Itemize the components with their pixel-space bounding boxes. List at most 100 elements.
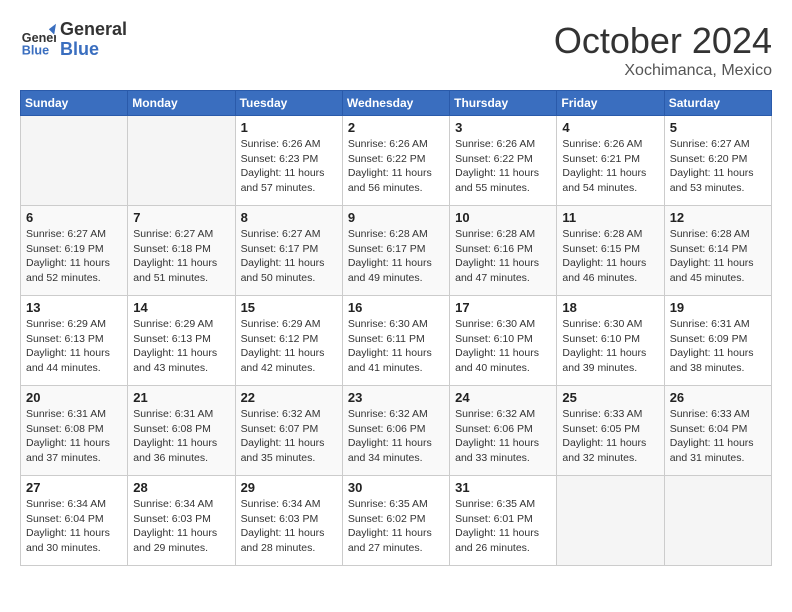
day-info: Sunrise: 6:35 AM Sunset: 6:02 PM Dayligh… — [348, 497, 444, 556]
day-number: 11 — [562, 210, 658, 225]
day-info: Sunrise: 6:32 AM Sunset: 6:06 PM Dayligh… — [455, 407, 551, 466]
day-number: 4 — [562, 120, 658, 135]
day-info: Sunrise: 6:28 AM Sunset: 6:17 PM Dayligh… — [348, 227, 444, 286]
day-number: 30 — [348, 480, 444, 495]
day-number: 26 — [670, 390, 766, 405]
day-info: Sunrise: 6:26 AM Sunset: 6:22 PM Dayligh… — [455, 137, 551, 196]
day-info: Sunrise: 6:26 AM Sunset: 6:21 PM Dayligh… — [562, 137, 658, 196]
svg-text:Blue: Blue — [22, 43, 49, 57]
calendar-cell: 16 Sunrise: 6:30 AM Sunset: 6:11 PM Dayli… — [342, 296, 449, 386]
title-block: October 2024 Xochimanca, Mexico — [554, 20, 772, 80]
day-info: Sunrise: 6:30 AM Sunset: 6:10 PM Dayligh… — [562, 317, 658, 376]
day-info: Sunrise: 6:27 AM Sunset: 6:17 PM Dayligh… — [241, 227, 337, 286]
calendar-cell: 31 Sunrise: 6:35 AM Sunset: 6:01 PM Dayli… — [450, 476, 557, 566]
calendar-cell: 20 Sunrise: 6:31 AM Sunset: 6:08 PM Dayli… — [21, 386, 128, 476]
weekday-header: Friday — [557, 91, 664, 116]
month-title: October 2024 — [554, 20, 772, 62]
calendar-cell: 2Sunrise: 6:26 AM Sunset: 6:22 PM Daylig… — [342, 116, 449, 206]
weekday-header: Thursday — [450, 91, 557, 116]
day-info: Sunrise: 6:35 AM Sunset: 6:01 PM Dayligh… — [455, 497, 551, 556]
day-number: 31 — [455, 480, 551, 495]
page-header: General Blue General Blue October 2024 X… — [20, 20, 772, 80]
logo-line1: General — [60, 20, 127, 40]
calendar-cell: 24 Sunrise: 6:32 AM Sunset: 6:06 PM Dayli… — [450, 386, 557, 476]
calendar: SundayMondayTuesdayWednesdayThursdayFrid… — [20, 90, 772, 566]
week-row: 27Sunrise: 6:34 AM Sunset: 6:04 PM Dayli… — [21, 476, 772, 566]
day-info: Sunrise: 6:26 AM Sunset: 6:23 PM Dayligh… — [241, 137, 337, 196]
day-info: Sunrise: 6:28 AM Sunset: 6:14 PM Dayligh… — [670, 227, 766, 286]
calendar-cell: 10Sunrise: 6:28 AM Sunset: 6:16 PM Dayli… — [450, 206, 557, 296]
calendar-cell: 29 Sunrise: 6:34 AM Sunset: 6:03 PM Dayli… — [235, 476, 342, 566]
day-number: 1 — [241, 120, 337, 135]
logo-line2: Blue — [60, 40, 127, 60]
calendar-cell — [664, 476, 771, 566]
day-number: 13 — [26, 300, 122, 315]
day-number: 14 — [133, 300, 229, 315]
calendar-cell — [21, 116, 128, 206]
day-number: 9 — [348, 210, 444, 225]
weekday-header-row: SundayMondayTuesdayWednesdayThursdayFrid… — [21, 91, 772, 116]
week-row: 6Sunrise: 6:27 AM Sunset: 6:19 PM Daylig… — [21, 206, 772, 296]
calendar-cell: 17Sunrise: 6:30 AM Sunset: 6:10 PM Dayli… — [450, 296, 557, 386]
calendar-cell — [557, 476, 664, 566]
logo: General Blue General Blue — [20, 20, 127, 60]
logo-text: General Blue — [60, 20, 127, 60]
week-row: 13 Sunrise: 6:29 AM Sunset: 6:13 PM Dayli… — [21, 296, 772, 386]
day-number: 24 — [455, 390, 551, 405]
calendar-cell: 8 Sunrise: 6:27 AM Sunset: 6:17 PM Daylig… — [235, 206, 342, 296]
day-info: Sunrise: 6:34 AM Sunset: 6:03 PM Dayligh… — [241, 497, 337, 556]
day-number: 22 — [241, 390, 337, 405]
calendar-cell: 23Sunrise: 6:32 AM Sunset: 6:06 PM Dayli… — [342, 386, 449, 476]
location: Xochimanca, Mexico — [554, 62, 772, 80]
weekday-header: Monday — [128, 91, 235, 116]
calendar-cell: 6Sunrise: 6:27 AM Sunset: 6:19 PM Daylig… — [21, 206, 128, 296]
day-info: Sunrise: 6:29 AM Sunset: 6:12 PM Dayligh… — [241, 317, 337, 376]
week-row: 20 Sunrise: 6:31 AM Sunset: 6:08 PM Dayli… — [21, 386, 772, 476]
calendar-cell: 9 Sunrise: 6:28 AM Sunset: 6:17 PM Daylig… — [342, 206, 449, 296]
day-info: Sunrise: 6:32 AM Sunset: 6:06 PM Dayligh… — [348, 407, 444, 466]
calendar-cell: 18 Sunrise: 6:30 AM Sunset: 6:10 PM Dayli… — [557, 296, 664, 386]
day-number: 7 — [133, 210, 229, 225]
day-number: 25 — [562, 390, 658, 405]
calendar-cell: 15 Sunrise: 6:29 AM Sunset: 6:12 PM Dayli… — [235, 296, 342, 386]
calendar-cell: 5Sunrise: 6:27 AM Sunset: 6:20 PM Daylig… — [664, 116, 771, 206]
day-info: Sunrise: 6:27 AM Sunset: 6:18 PM Dayligh… — [133, 227, 229, 286]
day-info: Sunrise: 6:28 AM Sunset: 6:16 PM Dayligh… — [455, 227, 551, 286]
calendar-cell: 28 Sunrise: 6:34 AM Sunset: 6:03 PM Dayli… — [128, 476, 235, 566]
day-info: Sunrise: 6:34 AM Sunset: 6:03 PM Dayligh… — [133, 497, 229, 556]
day-info: Sunrise: 6:26 AM Sunset: 6:22 PM Dayligh… — [348, 137, 444, 196]
day-number: 8 — [241, 210, 337, 225]
day-info: Sunrise: 6:33 AM Sunset: 6:04 PM Dayligh… — [670, 407, 766, 466]
week-row: 1 Sunrise: 6:26 AM Sunset: 6:23 PM Daylig… — [21, 116, 772, 206]
calendar-cell: 21 Sunrise: 6:31 AM Sunset: 6:08 PM Dayli… — [128, 386, 235, 476]
day-info: Sunrise: 6:29 AM Sunset: 6:13 PM Dayligh… — [133, 317, 229, 376]
calendar-cell: 7 Sunrise: 6:27 AM Sunset: 6:18 PM Daylig… — [128, 206, 235, 296]
day-info: Sunrise: 6:29 AM Sunset: 6:13 PM Dayligh… — [26, 317, 122, 376]
calendar-cell: 25Sunrise: 6:33 AM Sunset: 6:05 PM Dayli… — [557, 386, 664, 476]
day-number: 18 — [562, 300, 658, 315]
day-number: 20 — [26, 390, 122, 405]
day-info: Sunrise: 6:27 AM Sunset: 6:19 PM Dayligh… — [26, 227, 122, 286]
day-info: Sunrise: 6:31 AM Sunset: 6:09 PM Dayligh… — [670, 317, 766, 376]
logo-icon: General Blue — [20, 22, 56, 58]
calendar-cell: 14 Sunrise: 6:29 AM Sunset: 6:13 PM Dayli… — [128, 296, 235, 386]
weekday-header: Saturday — [664, 91, 771, 116]
calendar-cell: 22 Sunrise: 6:32 AM Sunset: 6:07 PM Dayli… — [235, 386, 342, 476]
day-info: Sunrise: 6:32 AM Sunset: 6:07 PM Dayligh… — [241, 407, 337, 466]
day-number: 15 — [241, 300, 337, 315]
day-number: 16 — [348, 300, 444, 315]
day-info: Sunrise: 6:31 AM Sunset: 6:08 PM Dayligh… — [26, 407, 122, 466]
day-number: 12 — [670, 210, 766, 225]
day-info: Sunrise: 6:31 AM Sunset: 6:08 PM Dayligh… — [133, 407, 229, 466]
day-number: 27 — [26, 480, 122, 495]
calendar-cell: 19 Sunrise: 6:31 AM Sunset: 6:09 PM Dayli… — [664, 296, 771, 386]
day-number: 21 — [133, 390, 229, 405]
weekday-header: Sunday — [21, 91, 128, 116]
day-number: 29 — [241, 480, 337, 495]
calendar-cell: 1 Sunrise: 6:26 AM Sunset: 6:23 PM Daylig… — [235, 116, 342, 206]
calendar-cell: 12 Sunrise: 6:28 AM Sunset: 6:14 PM Dayli… — [664, 206, 771, 296]
day-number: 28 — [133, 480, 229, 495]
calendar-cell: 27Sunrise: 6:34 AM Sunset: 6:04 PM Dayli… — [21, 476, 128, 566]
day-number: 19 — [670, 300, 766, 315]
day-info: Sunrise: 6:30 AM Sunset: 6:11 PM Dayligh… — [348, 317, 444, 376]
